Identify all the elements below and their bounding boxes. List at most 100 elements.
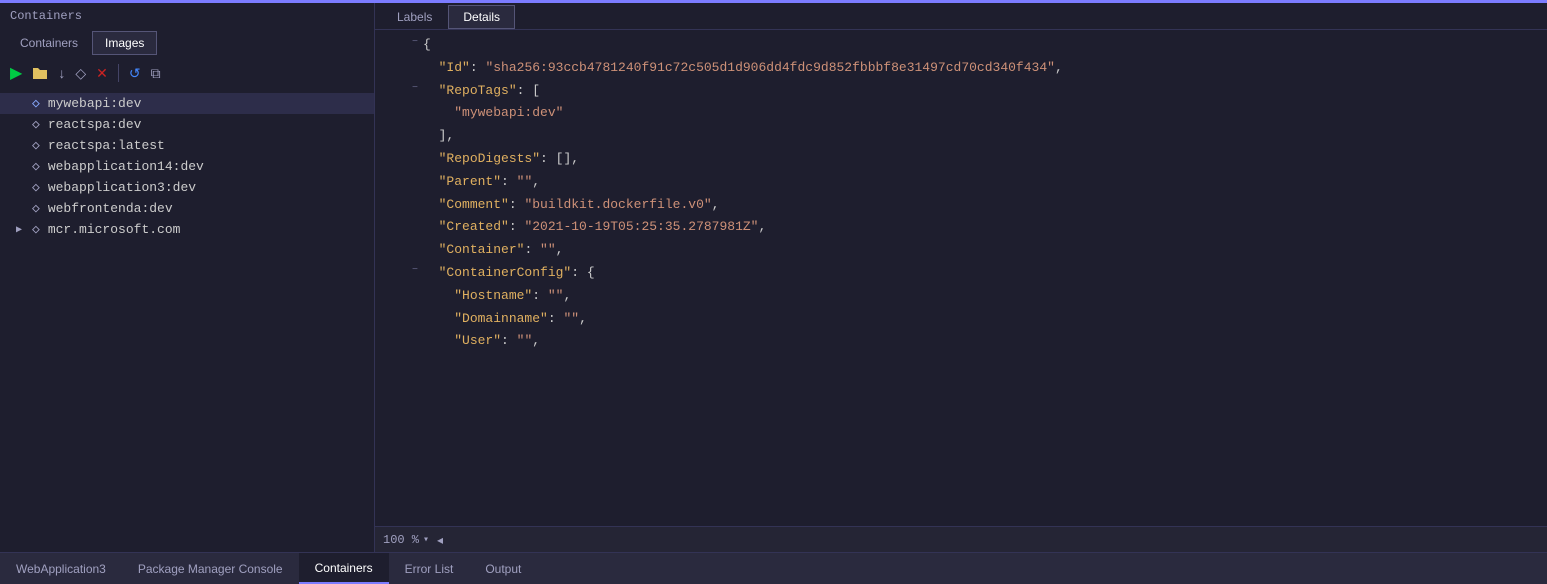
json-key: "ContainerConfig"	[439, 263, 572, 284]
json-line: "User": "",	[375, 330, 1547, 353]
left-tab-images[interactable]: Images	[92, 31, 157, 55]
json-line: "mywebapi:dev"	[375, 102, 1547, 125]
json-value: "2021-10-19T05:25:35.2787981Z"	[524, 217, 758, 238]
indent-space	[423, 240, 439, 261]
json-key: "RepoDigests"	[439, 149, 540, 170]
json-trail: ,	[579, 309, 587, 330]
collapse-button[interactable]: −	[407, 263, 423, 279]
indent-space	[423, 331, 454, 352]
toolbar-divider	[118, 64, 119, 82]
json-line: − "RepoTags": [	[375, 80, 1547, 103]
bottom-tab-containers[interactable]: Containers	[299, 553, 389, 584]
image-list-item[interactable]: ◇ webfrontenda:dev	[0, 198, 374, 219]
json-line: ],	[375, 125, 1547, 148]
indent-space	[423, 309, 454, 330]
indent-space	[423, 217, 439, 238]
refresh-button[interactable]: ↺	[127, 63, 143, 84]
json-key: "Parent"	[439, 172, 501, 193]
json-trail: ,	[712, 195, 720, 216]
json-key: "Container"	[439, 240, 525, 261]
json-trail: ,	[556, 240, 564, 261]
json-trail: ,	[563, 286, 571, 307]
json-value: ""	[548, 286, 564, 307]
indent-space	[423, 81, 439, 102]
json-value: {	[587, 263, 595, 284]
json-value: [	[532, 81, 540, 102]
expand-arrow-icon: ▶	[16, 224, 32, 236]
image-icon: ◇	[32, 159, 40, 174]
image-name-label: reactspa:latest	[48, 138, 165, 153]
collapse-button[interactable]: −	[407, 81, 423, 97]
json-trail: ,	[571, 149, 579, 170]
json-key: "User"	[454, 331, 501, 352]
json-separator: :	[548, 309, 564, 330]
json-separator: :	[532, 286, 548, 307]
collapse-button[interactable]: −	[407, 35, 423, 51]
json-value: "buildkit.dockerfile.v0"	[524, 195, 711, 216]
json-key: "RepoTags"	[439, 81, 517, 102]
scroll-left-button[interactable]: ◂	[437, 533, 443, 547]
left-panel: Containers ContainersImages ▶ ↓ ◇ ✕ ↺ ⧉ …	[0, 3, 375, 552]
bottom-tab-output[interactable]: Output	[469, 553, 537, 584]
zoom-dropdown[interactable]: 100 % ▾	[383, 533, 429, 547]
indent-space	[423, 126, 439, 147]
image-name-label: webfrontenda:dev	[48, 201, 173, 216]
json-separator: :	[524, 240, 540, 261]
json-key: "Comment"	[439, 195, 509, 216]
open-folder-button[interactable]	[30, 64, 50, 82]
json-statusbar: 100 % ▾ ◂	[375, 526, 1547, 552]
image-list-item[interactable]: ◇ reactspa:latest	[0, 135, 374, 156]
json-trail: ,	[1055, 58, 1063, 79]
json-line: "Container": "",	[375, 239, 1547, 262]
tag-button[interactable]: ◇	[73, 63, 88, 84]
image-icon: ◇	[32, 138, 40, 153]
json-value: ""	[517, 331, 533, 352]
pull-button[interactable]: ↓	[56, 63, 67, 83]
json-line: "Created": "2021-10-19T05:25:35.2787981Z…	[375, 216, 1547, 239]
image-name-label: webapplication14:dev	[48, 159, 204, 174]
copy-button[interactable]: ⧉	[149, 63, 163, 84]
image-list-item[interactable]: ◇mywebapi:dev	[0, 93, 374, 114]
json-line: − "ContainerConfig": {	[375, 262, 1547, 285]
json-key: "Domainname"	[454, 309, 548, 330]
json-value: ""	[517, 172, 533, 193]
json-separator: :	[509, 217, 525, 238]
image-icon: ◇	[32, 222, 40, 237]
bottom-tab-error-list[interactable]: Error List	[389, 553, 470, 584]
bottom-tabbar: WebApplication3Package Manager ConsoleCo…	[0, 552, 1547, 584]
image-icon: ◇	[32, 96, 40, 111]
json-separator: :	[517, 81, 533, 102]
delete-button[interactable]: ✕	[94, 63, 110, 84]
json-separator: :	[540, 149, 556, 170]
json-line: "Comment": "buildkit.dockerfile.v0",	[375, 194, 1547, 217]
image-list-item[interactable]: ◇reactspa:dev	[0, 114, 374, 135]
image-icon: ◇	[32, 201, 40, 216]
bottom-tab-webapplication3[interactable]: WebApplication3	[0, 553, 122, 584]
json-plain: ],	[439, 126, 455, 147]
image-list-item[interactable]: ▶◇mcr.microsoft.com	[0, 219, 374, 240]
json-key: "Hostname"	[454, 286, 532, 307]
panel-title: Containers	[0, 3, 374, 29]
json-line: "Hostname": "",	[375, 285, 1547, 308]
image-list-item[interactable]: ◇webapplication3:dev	[0, 177, 374, 198]
left-tab-containers[interactable]: Containers	[8, 31, 90, 55]
right-tab-bar: LabelsDetails	[375, 3, 1547, 30]
json-separator: :	[501, 172, 517, 193]
json-line: "Id": "sha256:93ccb4781240f91c72c505d1d9…	[375, 57, 1547, 80]
zoom-label: 100 %	[383, 533, 419, 547]
run-button[interactable]: ▶	[8, 61, 24, 85]
json-value: ""	[540, 240, 556, 261]
image-list-item[interactable]: ◇ webapplication14:dev	[0, 156, 374, 177]
json-value: "mywebapi:dev"	[454, 103, 563, 124]
json-separator: :	[470, 58, 486, 79]
image-name-label: reactspa:dev	[48, 117, 142, 132]
json-key: "Id"	[439, 58, 470, 79]
right-tab-details[interactable]: Details	[448, 5, 515, 29]
json-line: −{	[375, 34, 1547, 57]
json-content[interactable]: −{ "Id": "sha256:93ccb4781240f91c72c505d…	[375, 30, 1547, 526]
json-separator: :	[571, 263, 587, 284]
json-value: "sha256:93ccb4781240f91c72c505d1d906dd4f…	[485, 58, 1055, 79]
right-tab-labels[interactable]: Labels	[383, 5, 446, 29]
bottom-tab-package-manager-console[interactable]: Package Manager Console	[122, 553, 299, 584]
toolbar: ▶ ↓ ◇ ✕ ↺ ⧉	[0, 55, 374, 91]
